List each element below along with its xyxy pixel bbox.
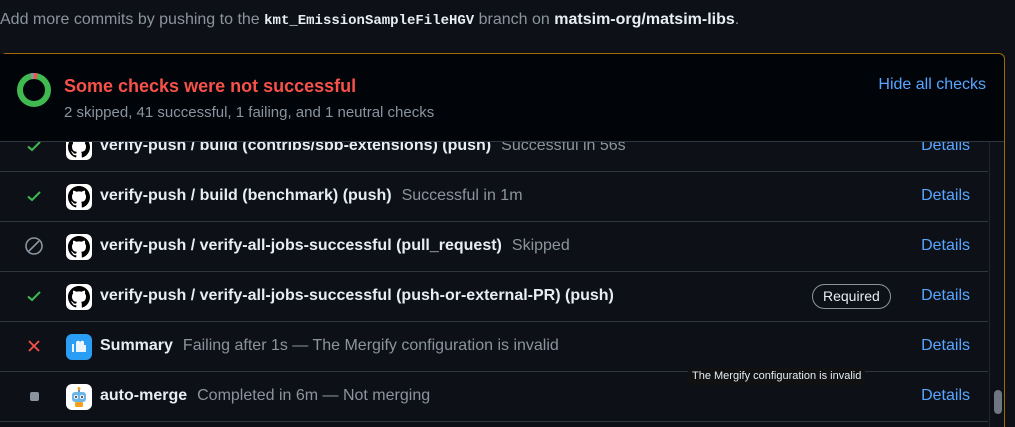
check-failure-icon	[24, 336, 44, 356]
details-link[interactable]: Details	[921, 237, 970, 255]
mergify-icon	[66, 334, 92, 360]
check-name[interactable]: verify-push / verify-all-jobs-successful…	[100, 237, 502, 254]
check-description: Completed in 6m — Not merging	[197, 387, 431, 404]
intro-middle: branch on	[478, 11, 550, 28]
robot-icon	[66, 384, 92, 410]
check-neutral-icon	[24, 386, 44, 406]
check-name[interactable]: Summary	[100, 337, 173, 354]
checks-header: Some checks were not successful 2 skippe…	[0, 54, 1004, 142]
intro-prefix: Add more commits by pushing to the	[0, 11, 260, 28]
check-row: verify-push / verify-all-jobs-successful…	[0, 222, 988, 272]
scrollbar-thumb[interactable]	[994, 390, 1002, 414]
details-link[interactable]: Details	[921, 287, 970, 305]
check-success-icon	[24, 286, 44, 306]
check-name[interactable]: auto-merge	[100, 387, 187, 404]
check-description: Skipped	[511, 237, 570, 254]
checks-title: Some checks were not successful	[64, 76, 357, 96]
github-icon	[66, 284, 92, 310]
hide-all-checks-button[interactable]: Hide all checks	[878, 76, 986, 94]
check-row: Summary Failing after 1s — The Mergify co…	[0, 322, 988, 372]
check-name[interactable]: verify-push / verify-all-jobs-successful…	[100, 287, 614, 304]
check-row: verify-push / verify-all-jobs-successful…	[0, 272, 988, 322]
check-success-icon	[24, 186, 44, 206]
details-link[interactable]: Details	[921, 187, 970, 205]
check-description: Successful in 1m	[401, 187, 523, 204]
required-badge: Required	[812, 284, 891, 309]
details-link[interactable]: Details	[921, 337, 970, 355]
details-link[interactable]: Details	[921, 387, 970, 405]
check-skipped-icon	[24, 236, 44, 256]
check-name[interactable]: verify-push / build (benchmark) (push)	[100, 187, 392, 204]
checks-scrollbar[interactable]	[989, 142, 1004, 427]
check-row: verify-push / build (benchmark) (push) Su…	[0, 172, 988, 222]
check-description: Failing after 1s — The Mergify configura…	[182, 337, 559, 354]
checks-summary: 2 skipped, 41 successful, 1 failing, and…	[64, 104, 435, 121]
github-icon	[66, 184, 92, 210]
branch-name[interactable]: kmt_EmissionSampleFileHGV	[264, 13, 474, 29]
intro-suffix: .	[734, 11, 740, 28]
merge-instructions: Add more commits by pushing to the kmt_E…	[0, 11, 739, 29]
github-icon	[66, 234, 92, 260]
status-donut-icon	[17, 73, 51, 107]
repo-name[interactable]: matsim-org/matsim-libs	[554, 11, 734, 28]
tooltip: The Mergify configuration is invalid	[688, 368, 866, 385]
